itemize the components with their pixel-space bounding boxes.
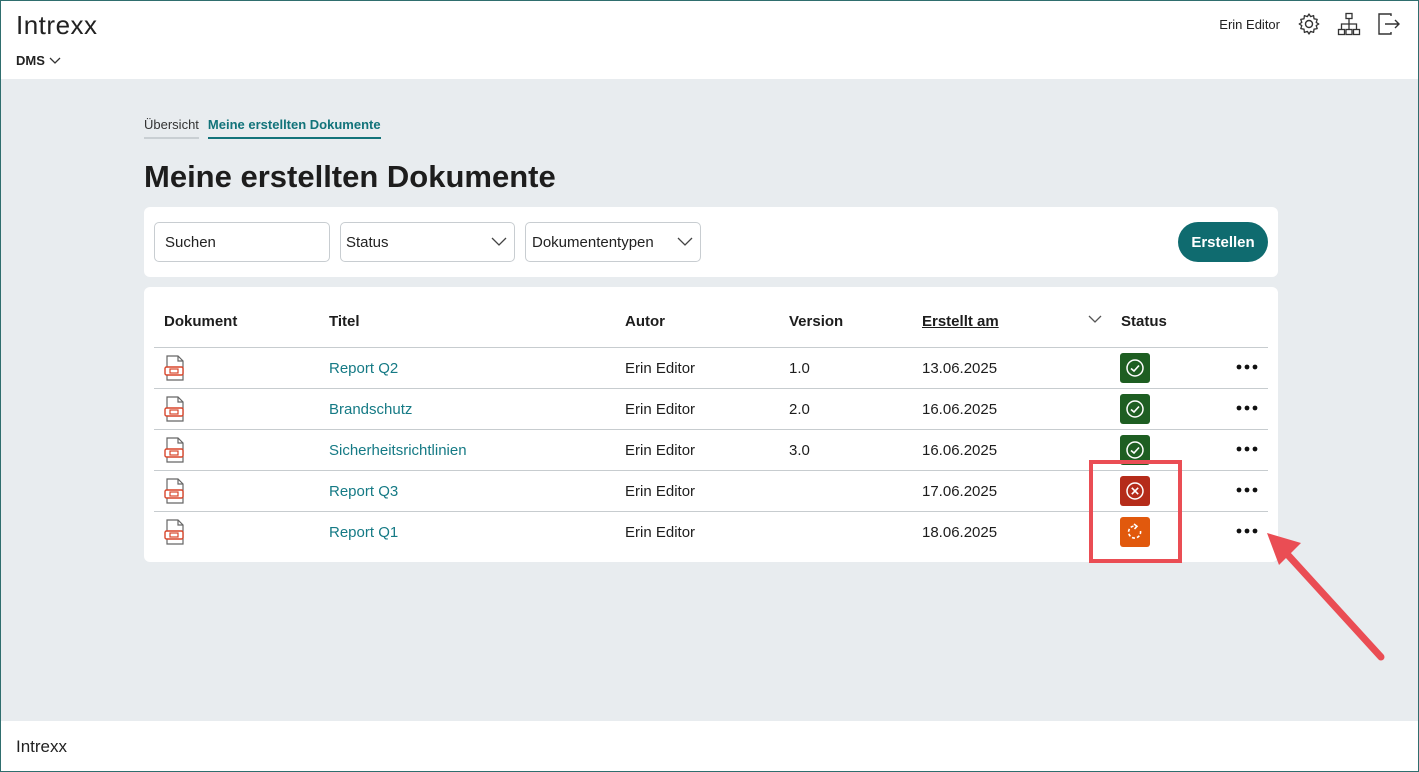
footer: Intrexx [1, 721, 1418, 771]
table-row[interactable]: Report Q3 Erin Editor 17.06.2025 [154, 471, 1268, 512]
document-created-date: 16.06.2025 [922, 442, 998, 459]
document-version: 3.0 [789, 442, 810, 459]
status-badge [1120, 435, 1150, 465]
column-title[interactable]: Titel [329, 313, 360, 330]
page-title: Meine erstellten Dokumente [144, 159, 556, 194]
document-created-date: 16.06.2025 [922, 401, 998, 418]
document-created-date: 18.06.2025 [922, 524, 998, 541]
pdf-file-icon[interactable] [164, 437, 186, 467]
document-title-link[interactable]: Report Q1 [329, 524, 398, 541]
documents-table: Dokument Titel Autor Version Erstellt am… [144, 287, 1278, 562]
tab-overview[interactable]: Übersicht [144, 117, 199, 139]
chevron-down-icon[interactable] [1088, 315, 1102, 324]
app-menu-dms[interactable]: DMS [16, 53, 61, 68]
column-created[interactable]: Erstellt am [922, 313, 999, 330]
sitemap-icon [1337, 12, 1361, 36]
row-actions-button[interactable] [1236, 398, 1258, 415]
more-dots-icon [1236, 446, 1258, 452]
gear-icon [1298, 13, 1320, 35]
row-actions-button[interactable] [1236, 480, 1258, 497]
annotation-arrow [1267, 533, 1385, 661]
pdf-file-icon[interactable] [164, 519, 186, 549]
document-author: Erin Editor [625, 524, 696, 541]
more-dots-icon [1236, 405, 1258, 411]
intrexx-logo: Intrexx [16, 10, 98, 40]
chevron-down-icon [670, 237, 700, 247]
table-row[interactable]: Report Q2 Erin Editor 1.0 13.06.2025 [154, 348, 1268, 389]
status-badge [1120, 353, 1150, 383]
create-button[interactable]: Erstellen [1178, 222, 1268, 262]
pdf-file-icon[interactable] [164, 396, 186, 426]
document-author: Erin Editor [625, 442, 696, 459]
more-dots-icon [1236, 487, 1258, 493]
document-author: Erin Editor [625, 401, 696, 418]
pdf-file-icon[interactable] [164, 355, 186, 385]
more-dots-icon [1236, 528, 1258, 534]
document-title-link[interactable]: Report Q2 [329, 360, 398, 377]
user-area: Erin Editor [1219, 11, 1402, 37]
check-circle-icon [1126, 400, 1144, 418]
tab-my-documents[interactable]: Meine erstellten Dokumente [207, 117, 381, 139]
document-title-link[interactable]: Report Q3 [329, 483, 398, 500]
filter-bar: Suchen Status Dokumententypen Erstellen [144, 207, 1278, 277]
doctype-select-label: Dokumententypen [532, 233, 654, 251]
table-header: Dokument Titel Autor Version Erstellt am… [154, 287, 1268, 348]
footer-logo: Intrexx [16, 737, 68, 756]
top-bar: Intrexx DMS Erin Editor [1, 1, 1418, 79]
column-document: Dokument [164, 313, 238, 330]
column-author[interactable]: Autor [625, 313, 665, 330]
user-name[interactable]: Erin Editor [1219, 17, 1280, 32]
pdf-file-icon[interactable] [164, 478, 186, 508]
document-version: 1.0 [789, 360, 810, 377]
column-version[interactable]: Version [789, 313, 843, 330]
table-row[interactable]: Brandschutz Erin Editor 2.0 16.06.2025 [154, 389, 1268, 430]
document-created-date: 13.06.2025 [922, 360, 998, 377]
status-badge [1120, 517, 1150, 547]
logout-icon [1378, 13, 1400, 35]
logout-button[interactable] [1376, 11, 1402, 37]
settings-button[interactable] [1296, 11, 1322, 37]
more-dots-icon [1236, 364, 1258, 370]
table-row[interactable]: Report Q1 Erin Editor 18.06.2025 [154, 512, 1268, 553]
chevron-down-icon [49, 57, 61, 64]
document-version: 2.0 [789, 401, 810, 418]
check-circle-icon [1126, 441, 1144, 459]
status-select-label: Status [346, 233, 389, 251]
sitemap-button[interactable] [1336, 11, 1362, 37]
status-select[interactable]: Status [340, 222, 515, 262]
document-author: Erin Editor [625, 483, 696, 500]
search-placeholder: Suchen [165, 233, 216, 251]
document-created-date: 17.06.2025 [922, 483, 998, 500]
x-circle-icon [1126, 482, 1144, 500]
check-circle-icon [1126, 359, 1144, 377]
refresh-icon [1127, 523, 1142, 539]
table-row[interactable]: Sicherheitsrichtlinien Erin Editor 3.0 16.0… [154, 430, 1268, 471]
breadcrumb-tabs: Übersicht Meine erstellten Dokumente [144, 117, 381, 139]
document-title-link[interactable]: Sicherheitsrichtlinien [329, 442, 467, 459]
document-title-link[interactable]: Brandschutz [329, 401, 412, 418]
document-author: Erin Editor [625, 360, 696, 377]
doctype-select[interactable]: Dokumententypen [525, 222, 701, 262]
column-status[interactable]: Status [1121, 313, 1167, 330]
row-actions-button[interactable] [1236, 357, 1258, 374]
status-badge [1120, 394, 1150, 424]
row-actions-button[interactable] [1236, 521, 1258, 538]
search-input[interactable]: Suchen [154, 222, 330, 262]
app-menu-label: DMS [16, 53, 45, 68]
chevron-down-icon [484, 237, 514, 247]
status-badge [1120, 476, 1150, 506]
row-actions-button[interactable] [1236, 439, 1258, 456]
